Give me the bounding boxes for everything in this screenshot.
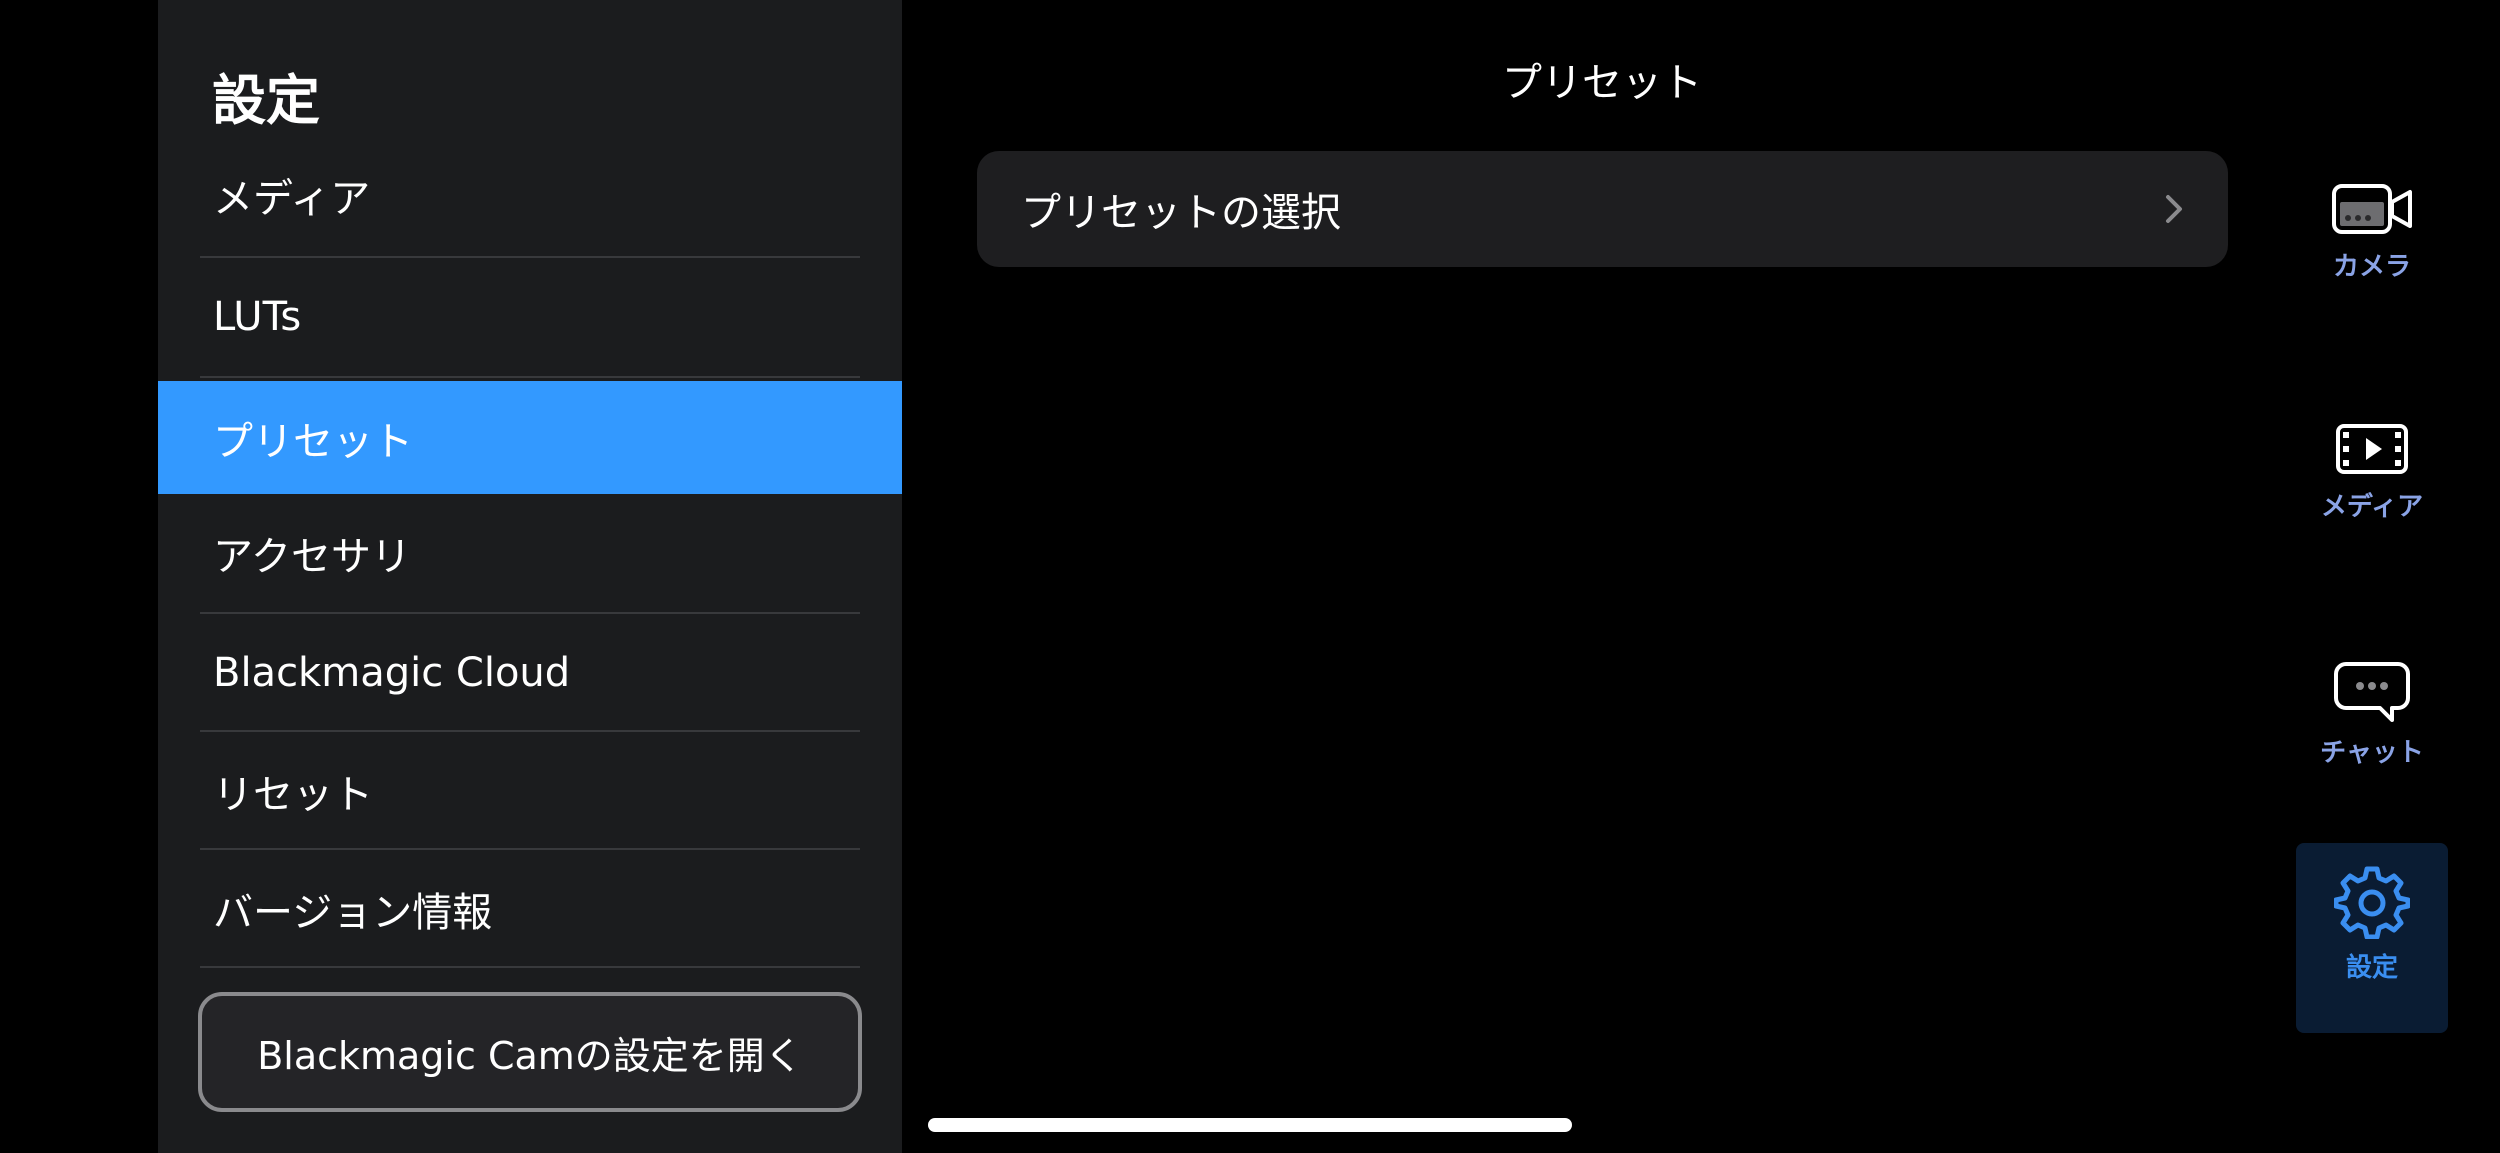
sidebar-title: 設定 (212, 69, 320, 132)
rail-media-button[interactable]: メディア (2296, 398, 2448, 588)
sidebar-item-accessories[interactable]: アクセサリ (158, 494, 902, 612)
sidebar-item-reset[interactable]: リセット (158, 732, 902, 850)
sidebar-item-version-info[interactable]: バージョン情報 (158, 850, 902, 968)
sidebar-item-label: バージョン情報 (213, 890, 493, 936)
home-indicator[interactable] (928, 1118, 1572, 1132)
rail-chat-button[interactable]: チャット (2296, 638, 2448, 828)
sidebar-item-luts[interactable]: LUTs (158, 258, 902, 376)
sidebar-item-blackmagic-cloud[interactable]: Blackmagic Cloud (158, 614, 902, 732)
select-preset-row[interactable]: プリセットの選択 (977, 151, 2228, 267)
rail-settings-button[interactable]: 設定 (2296, 843, 2448, 1033)
rail-media-label: メディア (2320, 492, 2424, 522)
select-preset-label: プリセットの選択 (1021, 190, 1341, 236)
app-root: 設定 メディア LUTs プリセット アクセサリ Blackmagic Clou… (0, 0, 2500, 1153)
sidebar-item-label: メディア (213, 176, 371, 222)
sidebar-item-media[interactable]: メディア (158, 136, 902, 254)
rail-camera-button[interactable]: カメラ (2296, 158, 2448, 348)
sidebar-item-label: プリセット (213, 418, 413, 465)
rail-camera-label: カメラ (2332, 252, 2411, 282)
sidebar-item-label: アクセサリ (213, 534, 411, 580)
sidebar-item-label: リセット (213, 772, 373, 818)
chat-icon (2334, 662, 2410, 722)
chevron-right-icon (2166, 195, 2182, 223)
rail-settings-label: 設定 (2345, 953, 2398, 983)
divider (200, 376, 860, 378)
gear-icon (2334, 866, 2410, 939)
camera-icon (2332, 184, 2412, 234)
page-title: プリセット (1502, 60, 1702, 106)
settings-sidebar: 設定 メディア LUTs プリセット アクセサリ Blackmagic Clou… (158, 0, 902, 1153)
media-icon (2336, 424, 2408, 474)
sidebar-item-presets[interactable]: プリセット (158, 381, 902, 494)
open-blackmagic-cam-settings-button[interactable]: Blackmagic Camの設定を開く (198, 992, 862, 1112)
divider (200, 966, 860, 968)
sidebar-item-label: LUTs (213, 294, 302, 340)
rail-chat-label: チャット (2320, 738, 2424, 768)
sidebar-item-label: Blackmagic Cloud (213, 650, 571, 696)
